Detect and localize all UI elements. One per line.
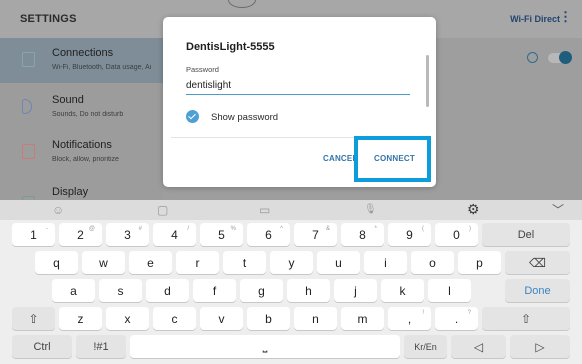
- connections-icon: [22, 52, 35, 67]
- key-w[interactable]: w: [82, 251, 125, 274]
- show-password-label[interactable]: Show password: [211, 112, 278, 123]
- space-bar[interactable]: ⎵: [130, 335, 400, 358]
- wifi-direct-button[interactable]: Wi-Fi Direct: [510, 14, 560, 24]
- key-h[interactable]: h: [287, 279, 330, 302]
- key-8[interactable]: 8 *: [341, 223, 384, 246]
- language-key[interactable]: Kr/En: [404, 335, 447, 358]
- key-4[interactable]: 4/: [153, 223, 196, 246]
- shift-left-icon[interactable]: ⇧: [12, 307, 55, 330]
- key-u[interactable]: u: [317, 251, 360, 274]
- shift-right-icon[interactable]: ⇧: [482, 307, 570, 330]
- key-comma[interactable]: ,!: [388, 307, 431, 330]
- emoji-icon[interactable]: ☺: [52, 203, 64, 217]
- more-options-icon[interactable]: ⋮: [559, 10, 572, 23]
- key-z[interactable]: z: [59, 307, 102, 330]
- network-name: DentisLight-5555: [186, 41, 275, 53]
- password-label: Password: [186, 65, 219, 74]
- key-j[interactable]: j: [334, 279, 377, 302]
- key-0[interactable]: 0): [435, 223, 478, 246]
- connect-button[interactable]: CONNECT: [374, 154, 415, 163]
- key-x[interactable]: x: [106, 307, 149, 330]
- key-s[interactable]: s: [99, 279, 142, 302]
- settings-sidebar: Connections Wi-Fi, Bluetooth, Data usage…: [0, 38, 163, 211]
- wifi-password-dialog: DentisLight-5555 Password Show password …: [163, 17, 436, 187]
- key-n[interactable]: n: [294, 307, 337, 330]
- notifications-icon: [22, 144, 35, 159]
- key-k[interactable]: k: [381, 279, 424, 302]
- wifi-status-indicator: [527, 52, 538, 63]
- key-2[interactable]: 2 @: [59, 223, 102, 246]
- key-f[interactable]: f: [193, 279, 236, 302]
- key-1[interactable]: 1-: [12, 223, 55, 246]
- key-l[interactable]: l: [428, 279, 471, 302]
- key-v[interactable]: v: [200, 307, 243, 330]
- microphone-icon[interactable]: 🎙: [364, 203, 377, 217]
- sticker-icon[interactable]: ▢: [157, 203, 168, 217]
- sidebar-item-label: Sound: [52, 94, 84, 106]
- on-screen-keyboard: 1- 2 @ 3 # 4/ 5% 6 ^ 7 & 8 * 9( 0) Del q w e …: [0, 220, 582, 364]
- key-9[interactable]: 9(: [388, 223, 431, 246]
- wifi-toggle-knob: [559, 51, 572, 64]
- backspace-icon[interactable]: ⌫: [505, 251, 570, 274]
- sidebar-item-sub: Wi-Fi, Bluetooth, Data usage, Ai: [52, 64, 152, 71]
- key-c[interactable]: c: [153, 307, 196, 330]
- cancel-button[interactable]: CANCEL: [323, 154, 358, 163]
- key-g[interactable]: g: [240, 279, 283, 302]
- key-y[interactable]: y: [270, 251, 313, 274]
- sidebar-item-sound[interactable]: Sound Sounds, Do not disturb: [0, 85, 163, 130]
- sidebar-item-label: Notifications: [52, 139, 112, 151]
- key-q[interactable]: q: [35, 251, 78, 274]
- key-period[interactable]: .?: [435, 307, 478, 330]
- delete-key[interactable]: Del: [482, 223, 570, 246]
- sidebar-item-connections[interactable]: Connections Wi-Fi, Bluetooth, Data usage…: [0, 38, 163, 83]
- done-key[interactable]: Done: [505, 279, 570, 302]
- key-3[interactable]: 3 #: [106, 223, 149, 246]
- dialog-scrollbar[interactable]: [426, 55, 429, 107]
- keyboard-settings-icon[interactable]: ⚙: [467, 202, 480, 216]
- symbols-key[interactable]: !#1: [76, 335, 126, 358]
- password-input[interactable]: [186, 77, 410, 95]
- key-5[interactable]: 5%: [200, 223, 243, 246]
- sound-icon: [22, 99, 32, 114]
- key-a[interactable]: a: [52, 279, 95, 302]
- page-title: SETTINGS: [20, 13, 77, 25]
- key-p[interactable]: p: [458, 251, 501, 274]
- sidebar-item-sub: Block, allow, prioritize: [52, 156, 119, 163]
- sidebar-item-label: Connections: [52, 47, 114, 59]
- key-m[interactable]: m: [341, 307, 384, 330]
- key-7[interactable]: 7 &: [294, 223, 337, 246]
- key-e[interactable]: e: [129, 251, 172, 274]
- key-b[interactable]: b: [247, 307, 290, 330]
- sidebar-item-sub: Sounds, Do not disturb: [52, 111, 124, 118]
- key-r[interactable]: r: [176, 251, 219, 274]
- key-6[interactable]: 6 ^: [247, 223, 290, 246]
- key-i[interactable]: i: [364, 251, 407, 274]
- key-d[interactable]: d: [146, 279, 189, 302]
- collapse-keyboard-icon[interactable]: ﹀: [552, 203, 564, 217]
- ctrl-key[interactable]: Ctrl: [12, 335, 72, 358]
- sidebar-item-notifications[interactable]: Notifications Block, allow, prioritize: [0, 130, 163, 175]
- gif-icon[interactable]: ▭: [259, 203, 270, 217]
- cursor-left-icon[interactable]: ◁: [451, 335, 506, 358]
- cursor-right-icon[interactable]: ▷: [510, 335, 570, 358]
- key-o[interactable]: o: [411, 251, 454, 274]
- show-password-checkbox[interactable]: [186, 110, 199, 123]
- key-t[interactable]: t: [223, 251, 266, 274]
- keyboard-toolbar: ☺ ▢ ▭ 🎙 ⚙ ﹀: [0, 200, 582, 220]
- sidebar-item-label: Display: [52, 186, 89, 198]
